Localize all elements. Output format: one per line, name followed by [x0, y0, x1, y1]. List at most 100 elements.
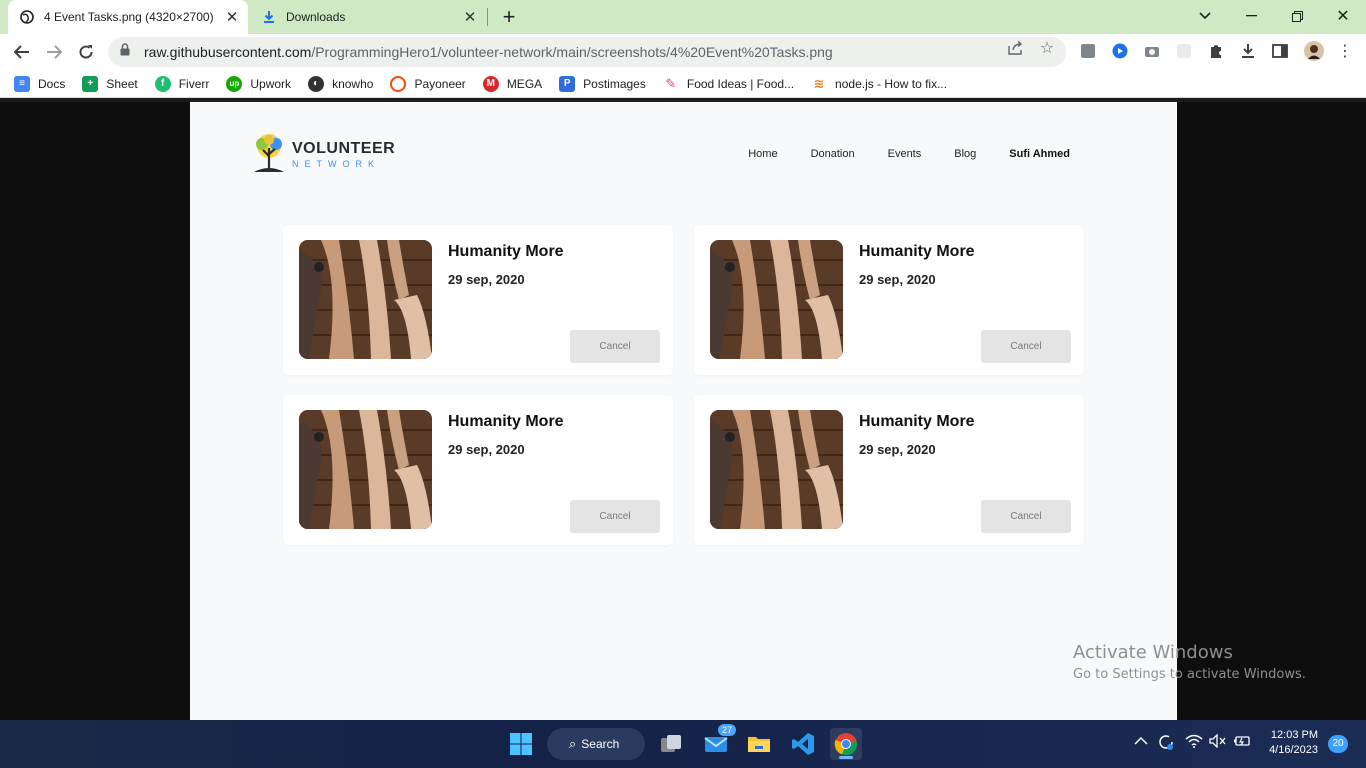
cancel-button[interactable]: Cancel: [570, 330, 660, 363]
event-title: Humanity More: [448, 413, 564, 430]
start-button[interactable]: [505, 728, 537, 760]
back-button[interactable]: [9, 39, 35, 65]
sync-icon[interactable]: [1157, 733, 1175, 754]
search-label: Search: [581, 737, 620, 751]
menu-icon[interactable]: ⋮: [1336, 42, 1354, 60]
share-icon[interactable]: [1008, 40, 1024, 57]
tab-event-tasks[interactable]: 4 Event Tasks.png (4320×2700) ✕: [8, 0, 248, 34]
cancel-button[interactable]: Cancel: [981, 330, 1071, 363]
globe-icon: ◐: [308, 75, 325, 92]
event-date: 29 sep, 2020: [448, 442, 525, 457]
vscode-button[interactable]: [787, 728, 819, 760]
postimages-icon: P: [559, 75, 576, 92]
bookmark-label: Food Ideas | Food...: [686, 76, 795, 91]
displayed-image[interactable]: VOLUNTEER NETWORK Home Donation Events B…: [190, 102, 1177, 720]
wifi-icon[interactable]: [1185, 734, 1203, 751]
restore-button[interactable]: [1274, 0, 1320, 32]
system-clock[interactable]: 12:03 PM 4/16/2023: [1262, 728, 1318, 758]
nav-home[interactable]: Home: [748, 148, 777, 160]
mail-app-button[interactable]: 27: [700, 724, 736, 760]
bookmark-food-ideas[interactable]: ✎ Food Ideas | Food...: [662, 75, 795, 92]
event-image: [299, 410, 432, 529]
download-icon: [262, 10, 276, 24]
reload-button[interactable]: [73, 39, 99, 65]
bookmark-docs[interactable]: ≡ Docs: [14, 75, 65, 92]
event-title: Humanity More: [448, 243, 564, 260]
show-hidden-icons[interactable]: [1134, 734, 1148, 749]
bookmark-knowho[interactable]: ◐ knowho: [308, 75, 374, 92]
notification-badge[interactable]: 20: [1328, 735, 1348, 753]
chrome-button[interactable]: [830, 728, 862, 760]
close-tab-icon[interactable]: ✕: [222, 8, 242, 26]
bookmark-nodejs[interactable]: ≋ node.js - How to fix...: [811, 75, 948, 92]
extension-icon[interactable]: [1079, 42, 1097, 60]
globe-icon: [20, 10, 34, 24]
bookmark-label: knowho: [332, 76, 374, 91]
screen-recorder-icon[interactable]: [1111, 42, 1129, 60]
close-tab-icon[interactable]: ✕: [460, 8, 480, 26]
clock-time: 12:03 PM: [1270, 729, 1318, 741]
bookmark-fiverr[interactable]: f Fiverr: [154, 75, 209, 92]
bookmark-postimages[interactable]: P Postimages: [559, 75, 646, 92]
event-card: Humanity More 29 sep, 2020 Cancel: [694, 225, 1084, 375]
bookmark-label: node.js - How to fix...: [835, 76, 948, 91]
blank-extension-icon[interactable]: [1175, 42, 1193, 60]
bookmark-payoneer[interactable]: Payoneer: [390, 75, 466, 92]
folder-icon: [748, 737, 770, 752]
minimize-button[interactable]: [1228, 0, 1274, 32]
cancel-button[interactable]: Cancel: [570, 500, 660, 533]
payoneer-icon: [390, 75, 407, 92]
lock-icon: [120, 43, 134, 61]
docs-icon: ≡: [14, 75, 30, 92]
mega-icon: M: [482, 75, 499, 92]
nav-user-name[interactable]: Sufi Ahmed: [1009, 148, 1070, 160]
event-card: Humanity More 29 sep, 2020 Cancel: [283, 225, 673, 375]
cancel-button[interactable]: Cancel: [981, 500, 1071, 533]
event-date: 29 sep, 2020: [448, 272, 525, 287]
event-card: Humanity More 29 sep, 2020 Cancel: [694, 395, 1084, 545]
nav-events[interactable]: Events: [888, 148, 922, 160]
search-icon: ⌕: [569, 736, 577, 751]
upwork-icon: up: [226, 75, 243, 92]
side-panel-icon[interactable]: [1271, 42, 1289, 60]
profile-avatar[interactable]: [1304, 41, 1324, 61]
tab-search-icon[interactable]: [1182, 0, 1228, 32]
task-view-button[interactable]: [655, 728, 687, 760]
close-window-button[interactable]: ✕: [1320, 0, 1366, 32]
site-nav: Home Donation Events Blog Sufi Ahmed: [715, 148, 1070, 160]
tab-divider: [487, 8, 488, 26]
forward-button[interactable]: [41, 39, 67, 65]
task-view-icon: [661, 735, 681, 752]
puzzle-icon[interactable]: [1207, 42, 1225, 60]
event-date: 29 sep, 2020: [859, 272, 936, 287]
taskbar-search[interactable]: ⌕ Search: [547, 728, 645, 760]
watermark-subtitle: Go to Settings to activate Windows.: [1073, 667, 1306, 682]
bookmark-label: Postimages: [583, 76, 646, 91]
nav-donation[interactable]: Donation: [811, 148, 855, 160]
url-text: raw.githubusercontent.com/ProgrammingHer…: [144, 44, 833, 60]
downloads-icon[interactable]: [1239, 42, 1257, 60]
logo-title: VOLUNTEER: [292, 139, 396, 157]
tab-title: Downloads: [286, 10, 346, 24]
bookmark-upwork[interactable]: up Upwork: [226, 75, 291, 92]
tab-downloads[interactable]: Downloads ✕: [250, 0, 486, 34]
address-bar[interactable]: raw.githubusercontent.com/ProgrammingHer…: [108, 37, 1066, 67]
file-explorer-button[interactable]: [743, 728, 775, 760]
watermark-title: Activate Windows: [1073, 642, 1233, 663]
event-image: [299, 240, 432, 359]
browser-toolbar: raw.githubusercontent.com/ProgrammingHer…: [0, 34, 1366, 70]
clock-date: 4/16/2023: [1269, 744, 1318, 756]
bookmark-label: Sheet: [106, 76, 138, 91]
camera-icon[interactable]: [1143, 42, 1161, 60]
activate-windows-watermark: Activate Windows Go to Settings to activ…: [1073, 642, 1306, 682]
vscode-icon: [792, 733, 814, 755]
nav-blog[interactable]: Blog: [954, 148, 976, 160]
bookmark-star-icon[interactable]: ☆: [1039, 41, 1055, 57]
battery-icon[interactable]: [1233, 734, 1251, 751]
volume-muted-icon[interactable]: [1209, 733, 1227, 751]
mail-icon: [704, 737, 728, 752]
bookmark-sheet[interactable]: + Sheet: [82, 75, 138, 92]
fiverr-icon: f: [154, 75, 171, 92]
bookmark-mega[interactable]: M MEGA: [482, 75, 542, 92]
new-tab-button[interactable]: +: [498, 4, 520, 30]
